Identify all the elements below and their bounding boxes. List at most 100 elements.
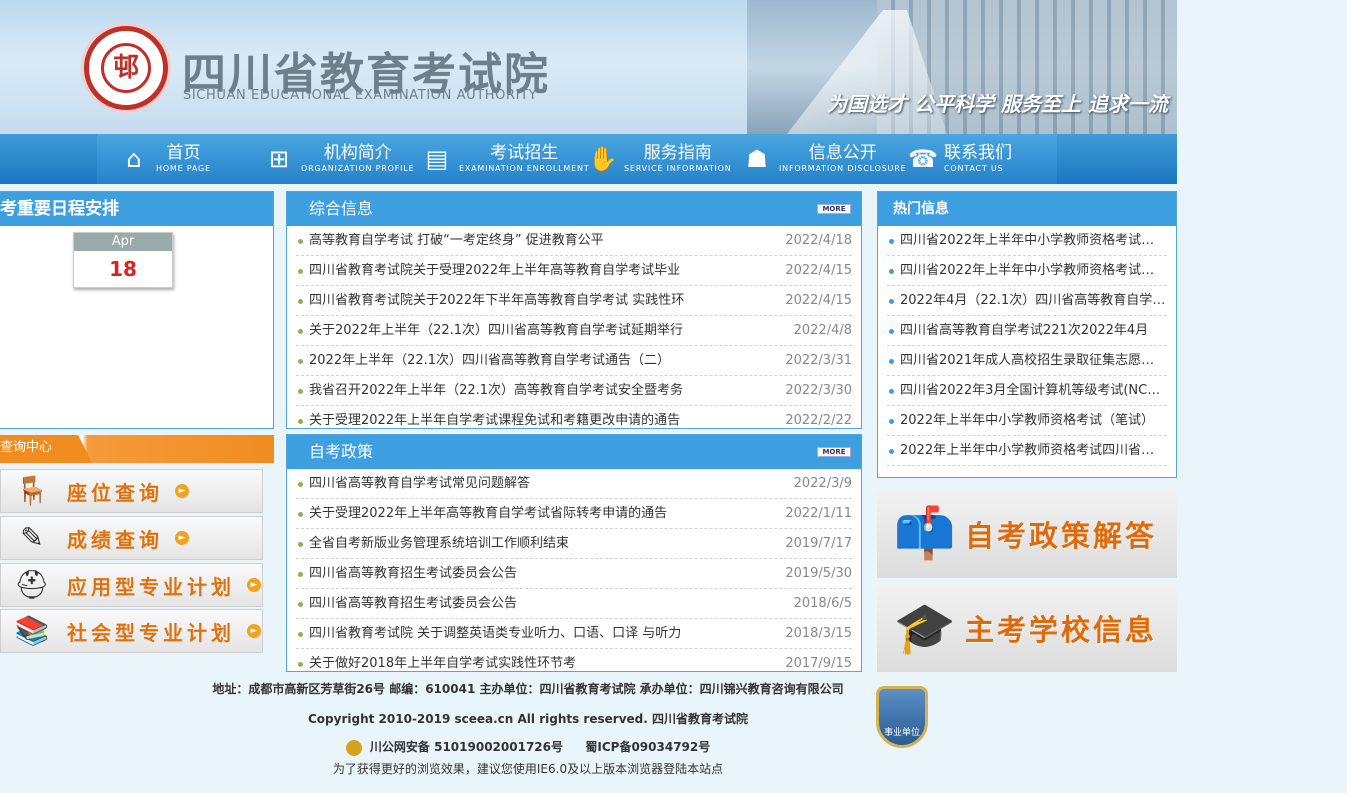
news-date: 2022/4/8 (793, 323, 852, 338)
news-title[interactable]: 四川省教育考试院关于2022年下半年高等教育自学考试 实践性环 (309, 286, 684, 316)
news-title[interactable]: 全省自考新版业务管理系统培训工作顺利结束 (309, 529, 569, 559)
news-title[interactable]: 四川省高等教育招生考试委员会公告 (309, 559, 517, 589)
news-item[interactable]: 关于受理2022年上半年自学考试课程免试和考籍更改申请的通告 2022/2/22 (296, 406, 852, 428)
arrow-right-icon: ► (247, 578, 261, 592)
policy-title: 自考政策 (309, 442, 374, 461)
hot-item[interactable]: 2022年4月（22.1次）四川省高等教育自学考试 (887, 286, 1167, 316)
footer-copyright: Copyright 2010-2019 sceea.cn All rights … (308, 712, 748, 726)
news-date: 2022/2/22 (785, 413, 852, 428)
news-title[interactable]: 高等教育自学考试 打破“一考定终身” 促进教育公平 (309, 226, 604, 256)
nav-item-2[interactable]: ⊞ 机构简介 ORGANIZATION PROFILE (265, 134, 414, 184)
news-item[interactable]: 我省召开2022年上半年（22.1次）高等教育自学考试安全暨考务 2022/3/3… (296, 376, 852, 406)
news-item[interactable]: 关于2022年上半年（22.1次）四川省高等教育自学考试延期举行 2022/4/8 (296, 316, 852, 346)
nav-label-cn: 信息公开 (808, 143, 877, 163)
news-title[interactable]: 我省召开2022年上半年（22.1次）高等教育自学考试安全暨考务 (309, 376, 683, 406)
nav-label-cn: 考试招生 (490, 143, 559, 163)
schedule-panel: 考重要日程安排 Apr 18 (0, 191, 274, 429)
helmet-icon: ⛑ (14, 568, 50, 601)
hot-info-title: 热门信息 (893, 201, 949, 217)
news-title[interactable]: 四川省教育考试院关于受理2022年上半年高等教育自学考试毕业 (309, 256, 680, 286)
news-item[interactable]: 四川省教育考试院 关于调整英语类专业听力、口语、口译 与听力 2018/3/15 (296, 619, 852, 649)
nav-item-3[interactable]: ▤ 考试招生 EXAMINATION ENROLLMENT (423, 134, 589, 184)
news-title[interactable]: 关于受理2022年上半年高等教育自学考试省际转考申请的通告 (309, 499, 667, 529)
hot-item[interactable]: 四川省2022年上半年中小学教师资格考试（笔试） (887, 256, 1167, 286)
policy-panel: 自考政策 MORE 四川省高等教育自学考试常见问题解答 2022/3/9 关于受理20… (286, 434, 862, 672)
hot-item[interactable]: 四川省高等教育自学考试221次2022年4月 (887, 316, 1167, 346)
site-header: 邨 四川省教育考试院 SICHUAN EDUCATIONAL EXAMINATI… (0, 0, 1177, 134)
news-item[interactable]: 关于受理2022年上半年高等教育自学考试省际转考申请的通告 2022/1/11 (296, 499, 852, 529)
news-title[interactable]: 关于2022年上半年（22.1次）四川省高等教育自学考试延期举行 (309, 316, 683, 346)
header-slogan: 为国选才 公平科学 服务至上 追求一流 (827, 92, 1168, 116)
news-title[interactable]: 四川省教育考试院 关于调整英语类专业听力、口语、口译 与听力 (309, 619, 681, 649)
calendar-widget[interactable]: Apr 18 (73, 232, 173, 288)
query-button-4[interactable]: 📚 社会型专业计划 ► (0, 609, 263, 653)
nav-label-en: ORGANIZATION PROFILE (301, 164, 415, 173)
news-title[interactable]: 关于受理2022年上半年自学考试课程免试和考籍更改申请的通告 (309, 406, 680, 428)
hot-item[interactable]: 四川省2022年3月全国计算机等级考试(NCRE) (887, 376, 1167, 406)
news-date: 2018/6/5 (793, 596, 852, 611)
nav-label-cn: 联系我们 (944, 143, 1012, 163)
news-date: 2018/3/15 (785, 626, 852, 641)
nav-label-en: HOME PAGE (156, 164, 211, 173)
footer-icp[interactable]: 蜀ICP备09034792号 (585, 740, 710, 754)
news-item[interactable]: 关于做好2018年上半年自学考试实践性环节考 2017/9/15 (296, 649, 852, 671)
query-button-3[interactable]: ⛑ 应用型专业计划 ► (0, 563, 263, 607)
hot-info-list: 四川省2022年上半年中小学教师资格考试（笔试） 四川省2022年上半年中小学教师… (878, 226, 1176, 466)
nav-item-1[interactable]: ⌂ 首页 HOME PAGE (120, 134, 211, 184)
hot-item[interactable]: 2022年上半年中小学教师资格考试（笔试） (887, 406, 1167, 436)
news-item[interactable]: 高等教育自学考试 打破“一考定终身” 促进教育公平 2022/4/18 (296, 226, 852, 256)
nav-item-6[interactable]: ☎ 联系我们 CONTACT US (908, 134, 1012, 184)
news-item[interactable]: 2022年上半年（22.1次）四川省高等教育自学考试通告（二） 2022/3/31 (296, 346, 852, 376)
footer-address: 地址：成都市高新区芳草街26号 邮编：610041 主办单位：四川省教育考试院 … (212, 682, 844, 696)
site-logo[interactable]: 邨 (84, 26, 168, 110)
hot-item[interactable]: 四川省2021年成人高校招生录取征集志愿公告 (887, 346, 1167, 376)
schedule-title: 考重要日程安排 (0, 192, 273, 226)
query-label: 座位查询 (67, 480, 163, 505)
news-item[interactable]: 四川省教育考试院关于受理2022年上半年高等教育自学考试毕业 2022/4/15 (296, 256, 852, 286)
nav-label-en: CONTACT US (944, 164, 1004, 173)
news-title[interactable]: 四川省高等教育招生考试委员会公告 (309, 589, 517, 619)
footer-police-record[interactable]: 川公网安备 51019002001726号 (370, 740, 563, 754)
news-title[interactable]: 四川省高等教育自学考试常见问题解答 (309, 469, 530, 499)
badge-label: 事业单位 (883, 728, 920, 738)
promo-label: 主考学校信息 (965, 613, 1158, 647)
news-item[interactable]: 四川省教育考试院关于2022年下半年高等教育自学考试 实践性环 2022/4/15 (296, 286, 852, 316)
nav-label-en: SERVICE INFORMATION (624, 164, 732, 173)
hot-info-panel: 热门信息 四川省2022年上半年中小学教师资格考试（笔试） 四川省2022年上半年… (877, 191, 1177, 478)
news-title[interactable]: 关于做好2018年上半年自学考试实践性环节考 (309, 649, 576, 671)
news-title[interactable]: 2022年上半年（22.1次）四川省高等教育自学考试通告（二） (309, 346, 670, 376)
news-item[interactable]: 四川省高等教育招生考试委员会公告 2018/6/5 (296, 589, 852, 619)
institution-badge[interactable]: 事业单位 (876, 686, 928, 748)
hot-item[interactable]: 2022年上半年中小学教师资格考试四川省考区 (887, 436, 1167, 466)
news-item[interactable]: 全省自考新版业务管理系统培训工作顺利结束 2019/7/17 (296, 529, 852, 559)
more-button[interactable]: MORE (817, 447, 851, 457)
seat-icon: 🪑 (14, 474, 50, 507)
clipboard-icon: ▤ (425, 145, 449, 173)
nav-item-5[interactable]: ☗ 信息公开 INFORMATION DISCLOSURE (743, 134, 906, 184)
footer-browser-note: 为了获得更好的浏览效果，建议您使用IE6.0及以上版本浏览器登陆本站点 (332, 762, 724, 776)
calendar-month: Apr (74, 233, 172, 251)
site-name-en: SICHUAN EDUCATIONAL EXAMINATION AUTHORIT… (183, 88, 538, 103)
news-date: 2022/4/15 (785, 263, 852, 278)
main-nav: ⌂ 首页 HOME PAGE ⊞ 机构简介 ORGANIZATION PROFILE ▤ 考试… (0, 134, 1177, 184)
news-date: 2022/4/15 (785, 293, 852, 308)
nav-item-4[interactable]: ✋ 服务指南 SERVICE INFORMATION (588, 134, 732, 184)
hot-item[interactable]: 四川省2022年上半年中小学教师资格考试（笔试） (887, 226, 1167, 256)
query-label: 成绩查询 (67, 527, 163, 552)
query-button-2[interactable]: ✎ 成绩查询 ► (0, 516, 263, 560)
nav-label-en: EXAMINATION ENROLLMENT (459, 164, 590, 173)
more-button[interactable]: MORE (817, 204, 851, 214)
arrow-right-icon: ► (175, 484, 189, 498)
query-button-1[interactable]: 🪑 座位查询 ► (0, 469, 263, 513)
home-icon: ⌂ (126, 145, 142, 173)
news-item[interactable]: 四川省高等教育自学考试常见问题解答 2022/3/9 (296, 469, 852, 499)
news-date: 2017/9/15 (785, 656, 852, 671)
news-date: 2022/4/18 (785, 233, 852, 248)
news-item[interactable]: 四川省高等教育招生考试委员会公告 2019/5/30 (296, 559, 852, 589)
people-icon: ☗ (746, 145, 768, 173)
promo-banner-1[interactable]: 📫 自考政策解答 (877, 489, 1177, 578)
news-date: 2022/3/31 (785, 353, 852, 368)
promo-banner-2[interactable]: 🎓 主考学校信息 (877, 584, 1177, 672)
nav-label-en: INFORMATION DISCLOSURE (779, 164, 907, 173)
news-date: 2019/7/17 (785, 536, 852, 551)
